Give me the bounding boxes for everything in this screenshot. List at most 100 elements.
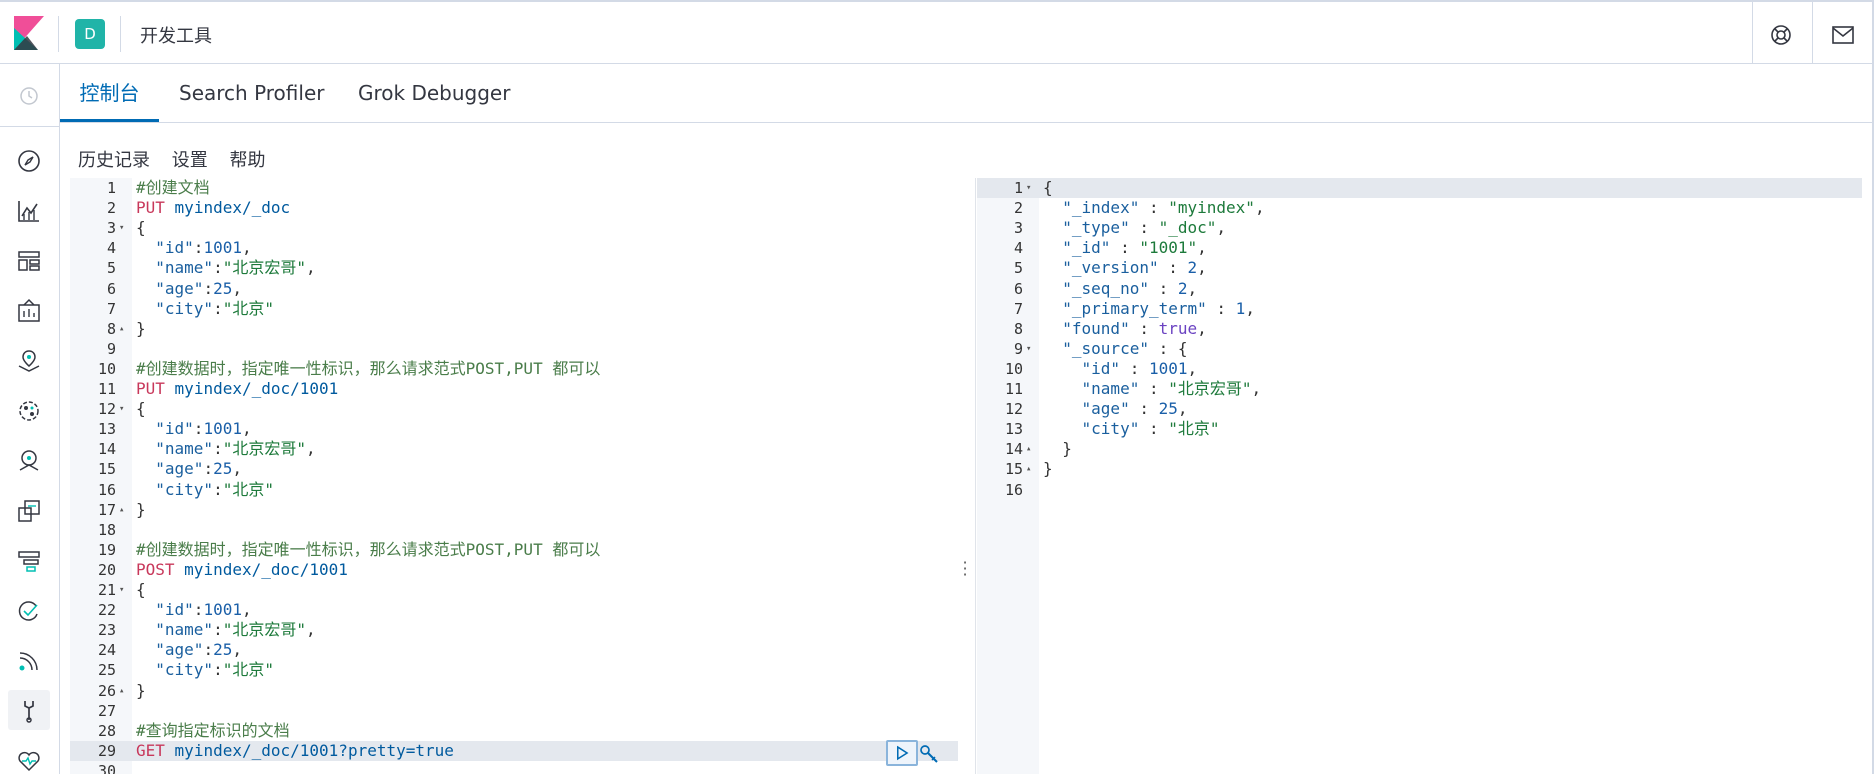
unfold-caret-icon[interactable]: ▴ — [119, 500, 124, 520]
code-line[interactable]: 12 "age" : 25, — [977, 399, 1862, 419]
siem-icon[interactable] — [16, 648, 42, 674]
mail-icon[interactable] — [1832, 26, 1854, 44]
code-line[interactable]: 7 "city":"北京" — [70, 299, 958, 319]
unfold-caret-icon[interactable]: ▴ — [1026, 439, 1031, 459]
code-line[interactable]: 6 "_seq_no" : 2, — [977, 279, 1862, 299]
discover-icon[interactable] — [16, 148, 42, 174]
code-token: : — [203, 278, 214, 298]
visualize-icon[interactable] — [16, 198, 42, 224]
code-line[interactable]: 17 ▴} — [70, 500, 958, 520]
code-line[interactable]: 4 "id":1001, — [70, 238, 958, 258]
code-token: , — [1187, 278, 1198, 298]
line-number: 12 — [97, 400, 116, 419]
code-line[interactable]: 16 — [977, 480, 1862, 500]
code-line[interactable]: 13 "city" : "北京" — [977, 419, 1862, 439]
machine-learning-icon[interactable] — [16, 398, 42, 424]
code-line[interactable]: 2 "_index" : "myindex", — [977, 198, 1862, 218]
code-line[interactable]: 5 "name":"北京宏哥", — [70, 258, 958, 278]
code-line[interactable]: 12 ▾ { — [70, 399, 958, 419]
maps-icon[interactable] — [16, 348, 42, 374]
code-line[interactable]: 3 "_type" : "_doc", — [977, 218, 1862, 238]
code-line[interactable]: 25 "city":"北京" — [70, 660, 958, 680]
settings-link[interactable]: 设置 — [172, 150, 208, 171]
apm-icon[interactable] — [16, 548, 42, 574]
code-line[interactable]: 30 — [70, 761, 958, 774]
code-token: : — [1148, 278, 1178, 298]
code-line[interactable]: 9 ▾ "_source" : { — [977, 339, 1862, 359]
code-line[interactable]: 8 "found" : true, — [977, 319, 1862, 339]
line-number: 10 — [1004, 359, 1023, 378]
request-options-wrench-icon[interactable] — [918, 743, 940, 765]
code-line[interactable]: 27 — [70, 701, 958, 721]
code-token: PUT — [136, 379, 165, 398]
tab-grok-debugger[interactable]: Grok Debugger — [358, 64, 510, 122]
help-link[interactable]: 帮助 — [229, 150, 265, 171]
code-line[interactable]: 29 GET myindex/_doc/1001?pretty=true — [70, 740, 958, 761]
code-line[interactable]: 9 — [70, 339, 958, 359]
tab-console[interactable]: 控制台 — [60, 64, 159, 122]
code-token: : — [1206, 298, 1236, 318]
code-line[interactable]: 28 #查询指定标识的文档 — [70, 721, 958, 741]
help-icon[interactable] — [1770, 24, 1792, 46]
canvas-icon[interactable] — [16, 298, 42, 324]
code-line[interactable]: 11 PUT myindex/_doc/1001 — [70, 379, 958, 399]
code-line[interactable]: 26 ▴} — [70, 681, 958, 701]
fold-caret-icon[interactable]: ▾ — [1026, 178, 1031, 198]
logs-icon[interactable] — [16, 498, 42, 524]
code-line[interactable]: 21 ▾ { — [70, 580, 958, 600]
monitoring-icon[interactable] — [16, 748, 42, 774]
fold-caret-icon[interactable]: ▾ — [119, 218, 124, 238]
infrastructure-icon[interactable] — [16, 448, 42, 474]
dashboard-icon[interactable] — [16, 248, 42, 274]
code-token: 25 — [213, 278, 233, 298]
fold-caret-icon[interactable]: ▾ — [119, 580, 124, 600]
code-line[interactable]: 4 "_id" : "1001", — [977, 238, 1862, 258]
code-line[interactable]: 1 ▾ { — [977, 178, 1862, 198]
code-line[interactable]: 22 "id":1001, — [70, 600, 958, 620]
panel-resize-handle[interactable]: · · · — [961, 555, 969, 583]
code-token: , — [305, 620, 316, 640]
code-line[interactable]: 8 ▴} — [70, 319, 958, 339]
kibana-logo-icon[interactable] — [14, 16, 44, 50]
code-line[interactable]: 6 "age":25, — [70, 279, 958, 299]
fold-caret-icon[interactable]: ▾ — [1026, 339, 1031, 359]
code-token: 2 — [1177, 278, 1188, 298]
code-line[interactable]: 13 "id":1001, — [70, 419, 958, 439]
code-text: "city":"北京" — [136, 660, 274, 680]
unfold-caret-icon[interactable]: ▴ — [1026, 459, 1031, 479]
code-line[interactable]: 14 ▴ } — [977, 439, 1862, 459]
code-line[interactable]: 18 — [70, 520, 958, 540]
fold-caret-icon[interactable]: ▾ — [119, 399, 124, 419]
unfold-caret-icon[interactable]: ▴ — [119, 319, 124, 339]
tab-search-profiler[interactable]: Search Profiler — [179, 64, 324, 122]
history-link[interactable]: 历史记录 — [78, 150, 150, 171]
send-request-button[interactable] — [886, 740, 918, 766]
code-line[interactable]: 5 "_version" : 2, — [977, 258, 1862, 278]
code-text: "name":"北京宏哥", — [136, 258, 315, 278]
unfold-caret-icon[interactable]: ▴ — [119, 681, 124, 701]
recently-viewed-icon[interactable] — [17, 84, 41, 108]
code-line[interactable]: 2 PUT myindex/_doc — [70, 198, 958, 218]
dev-tools-icon[interactable] — [16, 698, 42, 724]
code-line[interactable]: 23 "name":"北京宏哥", — [70, 620, 958, 640]
code-line[interactable]: 1 #创建文档 — [70, 178, 958, 198]
code-token: : — [203, 640, 214, 660]
code-line[interactable]: 14 "name":"北京宏哥", — [70, 439, 958, 459]
code-line[interactable]: 15 "age":25, — [70, 459, 958, 479]
code-line[interactable]: 15 ▴} — [977, 459, 1862, 479]
code-line[interactable]: 20 POST myindex/_doc/1001 — [70, 560, 958, 580]
code-line[interactable]: 16 "city":"北京" — [70, 480, 958, 500]
code-line[interactable]: 24 "age":25, — [70, 640, 958, 660]
code-line[interactable]: 11 "name" : "北京宏哥", — [977, 379, 1862, 399]
space-avatar[interactable]: D — [75, 19, 105, 49]
code-line[interactable]: 7 "_primary_term" : 1, — [977, 299, 1862, 319]
code-line[interactable]: 10 "id" : 1001, — [977, 359, 1862, 379]
code-line[interactable]: 3 ▾ { — [70, 218, 958, 238]
code-line[interactable]: 10 #创建数据时，指定唯一性标识，那么请求范式POST,PUT 都可以 — [70, 359, 958, 379]
code-line[interactable]: 19 #创建数据时，指定唯一性标识，那么请求范式POST,PUT 都可以 — [70, 540, 958, 560]
uptime-icon[interactable] — [16, 598, 42, 624]
request-editor[interactable]: 1 #创建文档 2 PUT myindex/_doc 3 ▾{4 "id":1001, 5 … — [70, 178, 958, 774]
code-token: , — [232, 278, 242, 298]
